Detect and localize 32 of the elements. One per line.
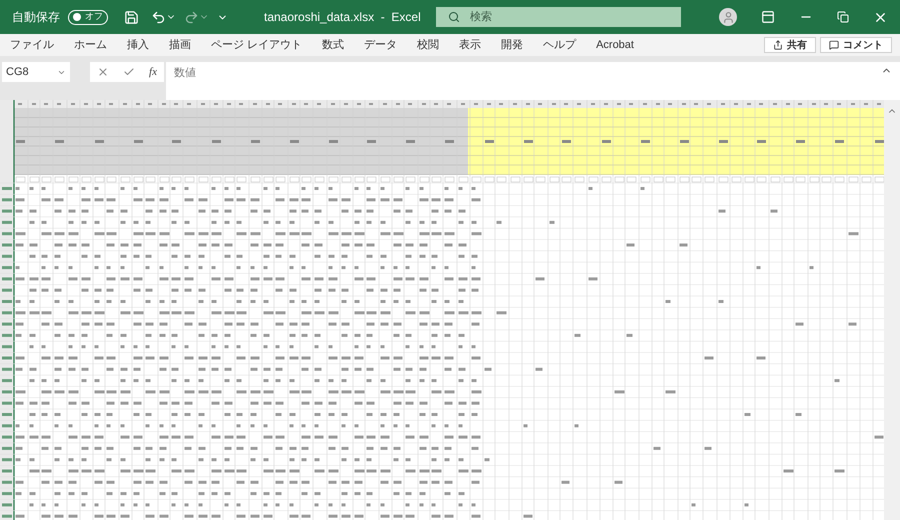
menu-tab[interactable]: Acrobat <box>596 36 634 54</box>
name-box[interactable]: CG8 <box>2 62 70 82</box>
function-button[interactable]: fx <box>149 64 157 80</box>
comment-button[interactable]: コメント <box>820 37 892 53</box>
search-icon <box>448 11 460 23</box>
menu-tab[interactable]: 校閲 <box>417 36 440 54</box>
autosave-label: 自動保存 <box>12 9 60 26</box>
comment-icon <box>829 40 839 50</box>
menu-tab[interactable]: ホーム <box>74 36 107 54</box>
menu-tab[interactable]: 開発 <box>501 36 524 54</box>
vertical-scrollbar[interactable] <box>884 100 900 520</box>
menu-tab[interactable]: ヘルプ <box>543 36 576 54</box>
ribbon-display-icon[interactable] <box>761 10 775 24</box>
formula-field[interactable]: 数値 <box>166 62 900 100</box>
restore-icon[interactable] <box>837 11 849 23</box>
menu-tab[interactable]: 描画 <box>169 36 191 54</box>
menu-tab[interactable]: ファイル <box>10 36 54 54</box>
avatar-icon[interactable] <box>719 8 737 26</box>
enter-icon[interactable] <box>123 66 136 78</box>
menu-tab[interactable]: 表示 <box>459 36 482 54</box>
menu-tab[interactable]: ページ レイアウト <box>211 36 302 54</box>
save-icon[interactable] <box>124 10 139 24</box>
share-button[interactable]: 共有 <box>764 37 816 53</box>
menu-tab[interactable]: 挿入 <box>127 36 149 54</box>
menu-tab[interactable]: 数式 <box>322 36 344 54</box>
share-icon <box>773 40 783 50</box>
menu-tab[interactable]: データ <box>364 36 398 54</box>
autosave-toggle[interactable]: オフ <box>68 10 108 24</box>
search-field[interactable]: 検索 <box>436 7 681 27</box>
undo-icon[interactable] <box>151 10 166 24</box>
cancel-icon[interactable] <box>97 66 109 78</box>
window-title: tanaoroshi_data.xlsx - Excel <box>264 9 422 26</box>
